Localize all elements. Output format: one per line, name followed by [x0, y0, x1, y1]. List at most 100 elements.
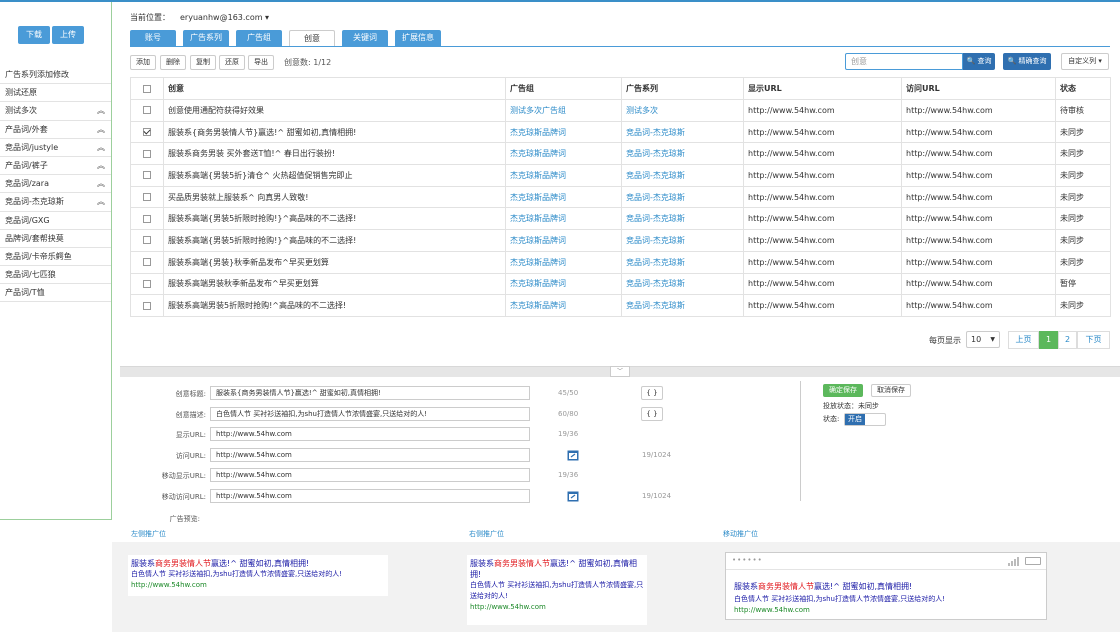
tab-adgroup[interactable]: 广告组 — [236, 30, 282, 46]
col-header-display-url[interactable]: 显示URL — [743, 77, 902, 100]
row-checkbox[interactable] — [143, 301, 151, 310]
sidebar-item[interactable]: 品牌词/套帮抉莫 — [0, 230, 111, 248]
field-input[interactable]: http://www.54hw.com — [210, 468, 530, 482]
cell-adgroup-link[interactable]: 杰克琼斯品牌词 — [505, 207, 622, 231]
select-all-checkbox-cell[interactable] — [130, 77, 164, 100]
cell-adgroup-link[interactable]: 杰克琼斯品牌词 — [505, 164, 622, 187]
cell-campaign-link[interactable]: 竞品词-杰克琼斯 — [621, 207, 744, 231]
cell-adgroup-link[interactable]: 测试多次广告组 — [505, 99, 622, 122]
row-checkbox-cell[interactable] — [130, 229, 164, 252]
per-page-select[interactable]: 10 ▼ — [966, 331, 1000, 348]
cell-campaign-link[interactable]: 竞品词-杰克琼斯 — [621, 185, 744, 209]
status-toggle[interactable]: 开启 — [844, 413, 886, 426]
cell-creative[interactable]: 服装系高端男装5折限时抢购!^高品味的不二选择! — [163, 294, 506, 317]
page-2-button[interactable]: 2 — [1058, 331, 1077, 349]
page-1-button[interactable]: 1 — [1039, 331, 1058, 349]
col-header-visit-url[interactable]: 访问URL — [901, 77, 1056, 100]
cell-creative[interactable]: 买品质男装就上服装系^ 向真男人致敬! — [163, 185, 506, 209]
row-checkbox[interactable] — [143, 258, 151, 267]
cell-campaign-link[interactable]: 竞品词-杰克琼斯 — [621, 272, 744, 296]
col-header-creative[interactable]: 创意 — [163, 77, 506, 100]
sidebar-item[interactable]: 测试还原 — [0, 84, 111, 103]
row-checkbox-cell[interactable] — [130, 185, 164, 209]
search-button[interactable]: 🔍 查询 — [963, 53, 995, 70]
sidebar-item[interactable]: 竞品词/GXG — [0, 212, 111, 230]
row-checkbox-cell[interactable] — [130, 142, 164, 166]
sidebar-item[interactable]: 产品词/T恤 — [0, 284, 111, 303]
cell-adgroup-link[interactable]: 杰克琼斯品牌词 — [505, 294, 622, 317]
row-checkbox[interactable] — [143, 171, 151, 180]
collapse-chevron-icon[interactable]: ︽ — [97, 193, 105, 210]
cell-campaign-link[interactable]: 测试多次 — [621, 99, 744, 122]
cell-adgroup-link[interactable]: 杰克琼斯品牌词 — [505, 272, 622, 296]
sidebar-item[interactable]: 广告系列添加修改 — [0, 66, 111, 85]
restore-button[interactable]: 还原 — [219, 55, 245, 70]
cell-creative[interactable]: 服装系高端{男装}秋季新品发布^早买更划算 — [163, 250, 506, 274]
row-checkbox-cell[interactable] — [130, 207, 164, 231]
download-button[interactable]: 下载 — [18, 26, 50, 44]
col-header-adgroup[interactable]: 广告组 — [505, 77, 622, 100]
copy-button[interactable]: 复制 — [190, 55, 216, 70]
sidebar-item[interactable]: 竞品词/七匹狼 — [0, 266, 111, 285]
cell-creative[interactable]: 服装系高端{男装5折限时抢购!}^高品味的不二选择! — [163, 229, 506, 252]
tab-account[interactable]: 账号 — [130, 30, 176, 46]
custom-columns-button[interactable]: 自定义列 ▾ — [1061, 53, 1109, 70]
upload-button[interactable]: 上传 — [52, 26, 84, 44]
open-link-icon[interactable] — [567, 450, 579, 461]
table-row[interactable]: 创意使用通配符获得好效果 测试多次广告组 测试多次 http://www.54hw.c… — [130, 99, 1111, 122]
tab-creative[interactable]: 创意 — [289, 30, 335, 47]
save-button[interactable]: 确定保存 — [823, 384, 863, 397]
sidebar-item[interactable]: 竞品词-杰克琼斯 ︽ — [0, 193, 111, 212]
add-button[interactable]: 添加 — [130, 55, 156, 70]
sidebar-item[interactable]: 竞品词/justyle ︽ — [0, 139, 111, 157]
cell-adgroup-link[interactable]: 杰克琼斯品牌词 — [505, 120, 622, 144]
cell-adgroup-link[interactable]: 杰克琼斯品牌词 — [505, 185, 622, 209]
field-input[interactable]: http://www.54hw.com — [210, 489, 530, 503]
tab-extension[interactable]: 扩展信息 — [395, 30, 441, 46]
cell-creative[interactable]: 服装系商务男装 买外套送T恤!^ 春日出行装扮! — [163, 142, 506, 166]
row-checkbox-cell[interactable] — [130, 250, 164, 274]
sidebar-item[interactable]: 竞品词/zara ︽ — [0, 175, 111, 194]
cell-campaign-link[interactable]: 竞品词-杰克琼斯 — [621, 120, 744, 144]
collapse-chevron-icon[interactable]: ︽ — [97, 175, 105, 192]
table-row[interactable]: 买品质男装就上服装系^ 向真男人致敬! 杰克琼斯品牌词 竞品词-杰克琼斯 http:/… — [130, 185, 1111, 209]
field-input[interactable]: 服装系{商务男装情人节}赢选!^ 甜蜜如初,真情相拥! — [210, 386, 530, 400]
cell-campaign-link[interactable]: 竞品词-杰克琼斯 — [621, 164, 744, 187]
row-checkbox[interactable] — [143, 106, 151, 115]
cell-adgroup-link[interactable]: 杰克琼斯品牌词 — [505, 250, 622, 274]
cell-campaign-link[interactable]: 竞品词-杰克琼斯 — [621, 294, 744, 317]
tab-keyword[interactable]: 关键词 — [342, 30, 388, 46]
row-checkbox[interactable] — [143, 236, 151, 245]
row-checkbox[interactable] — [143, 128, 151, 137]
col-header-campaign[interactable]: 广告系列 — [621, 77, 744, 100]
table-row[interactable]: 服装系高端男装5折限时抢购!^高品味的不二选择! 杰克琼斯品牌词 竞品词-杰克琼斯 h… — [130, 294, 1111, 317]
cell-campaign-link[interactable]: 竞品词-杰克琼斯 — [621, 142, 744, 166]
table-row[interactable]: 服装系高端男装秋季新品发布^早买更划算 杰克琼斯品牌词 竞品词-杰克琼斯 http:/… — [130, 272, 1111, 296]
row-checkbox-cell[interactable] — [130, 272, 164, 296]
cell-adgroup-link[interactable]: 杰克琼斯品牌词 — [505, 142, 622, 166]
field-input[interactable]: 白色情人节 买衬衫送袖扣,为shu打造情人节浓情盛宴,只送给对的人! — [210, 407, 530, 421]
row-checkbox-cell[interactable] — [130, 120, 164, 144]
collapse-chevron-icon[interactable]: ︽ — [97, 157, 105, 174]
cell-campaign-link[interactable]: 竞品词-杰克琼斯 — [621, 229, 744, 252]
next-page-button[interactable]: 下页 — [1077, 331, 1110, 349]
select-all-checkbox[interactable] — [143, 84, 151, 93]
collapse-chevron-icon[interactable]: ︽ — [97, 139, 105, 156]
row-checkbox-cell[interactable] — [130, 99, 164, 122]
row-checkbox[interactable] — [143, 214, 151, 223]
cell-creative[interactable]: 服装系高端男装秋季新品发布^早买更划算 — [163, 272, 506, 296]
row-checkbox[interactable] — [143, 193, 151, 202]
collapse-chevron-icon[interactable]: ︽ — [97, 121, 105, 138]
sidebar-item[interactable]: 产品词/裤子 ︽ — [0, 157, 111, 176]
cell-creative[interactable]: 服装系高端{男装5折}清仓^ 火热超值促销售完即止 — [163, 164, 506, 187]
sidebar-item[interactable]: 产品词/外套 ︽ — [0, 121, 111, 139]
sidebar-item[interactable]: 竞品词/卡帝乐鳄鱼 — [0, 248, 111, 267]
row-checkbox[interactable] — [143, 149, 151, 158]
col-header-status[interactable]: 状态 — [1055, 77, 1111, 100]
table-row[interactable]: 服装系高端{男装}秋季新品发布^早买更划算 杰克琼斯品牌词 竞品词-杰克琼斯 http… — [130, 250, 1111, 274]
export-button[interactable]: 导出 — [248, 55, 274, 70]
account-dropdown[interactable]: eryuanhw@163.com ▾ — [180, 13, 269, 22]
insert-wildcard-button[interactable]: { } — [641, 407, 663, 421]
tab-campaign[interactable]: 广告系列 — [183, 30, 229, 46]
field-input[interactable]: http://www.54hw.com — [210, 427, 530, 441]
